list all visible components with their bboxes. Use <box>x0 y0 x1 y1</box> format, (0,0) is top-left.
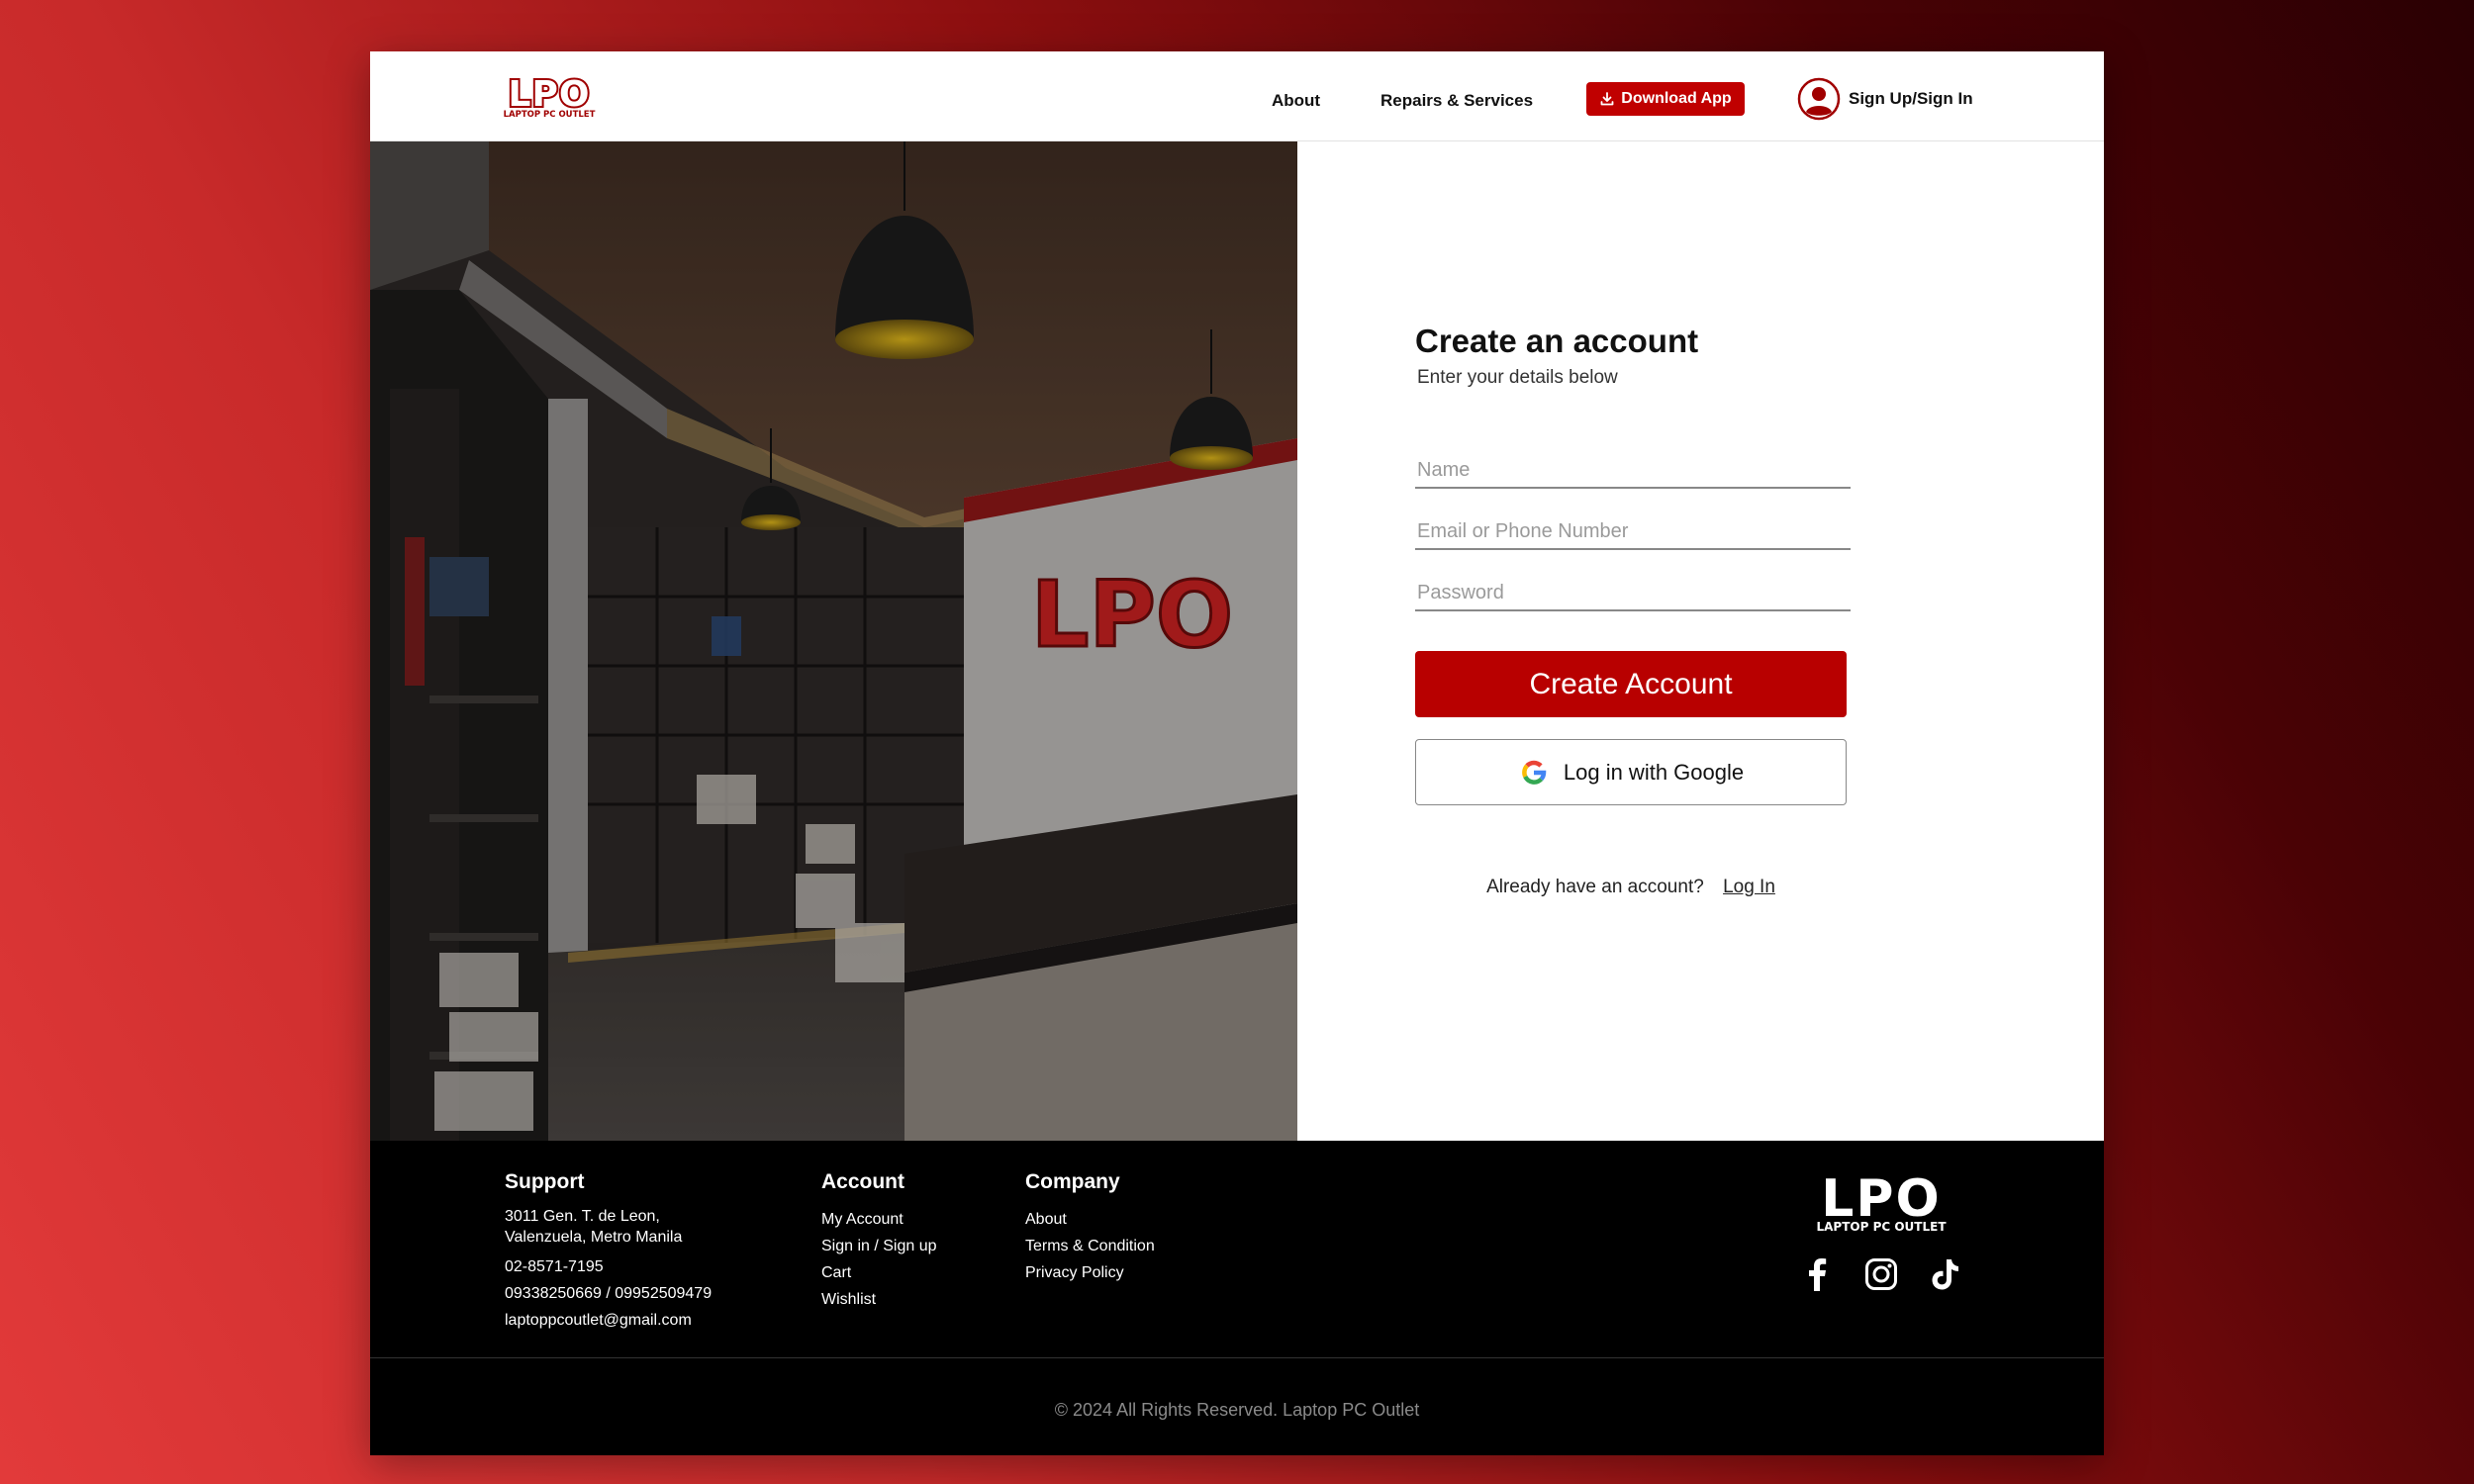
footer-support-heading: Support <box>505 1170 585 1193</box>
site-header: LPO LAPTOP PC OUTLET About Repairs & Ser… <box>370 51 2104 141</box>
footer-link-about[interactable]: About <box>1025 1206 1155 1233</box>
store-hero-image: LPO <box>370 141 1297 1141</box>
footer-logo: LPO LAPTOP PC OUTLET <box>1816 1172 1947 1234</box>
google-login-button[interactable]: Log in with Google <box>1415 739 1847 805</box>
google-login-label: Log in with Google <box>1563 759 1745 785</box>
footer-address-line1: 3011 Gen. T. de Leon, <box>505 1208 660 1225</box>
site-footer: Support 3011 Gen. T. de Leon, Valenzuela… <box>370 1141 2104 1455</box>
login-link[interactable]: Log In <box>1723 877 1775 897</box>
footer-phone: 02-8571-7195 <box>505 1258 604 1275</box>
sign-in-label: Sign Up/Sign In <box>1849 89 1973 108</box>
footer-link-wishlist[interactable]: Wishlist <box>821 1286 937 1313</box>
footer-account-heading: Account <box>821 1170 904 1193</box>
signup-form-panel: Create an account Enter your details bel… <box>1297 141 2104 1141</box>
nav-about[interactable]: About <box>1272 91 1320 111</box>
brand-logo[interactable]: LPO LAPTOP PC OUTLET <box>493 75 606 119</box>
user-icon <box>1797 77 1841 121</box>
footer-address-line2: Valenzuela, Metro Manila <box>505 1229 683 1246</box>
login-prompt: Already have an account? Log In <box>1415 877 1847 898</box>
already-have-account-text: Already have an account? <box>1486 877 1704 897</box>
footer-logo-subtext: LAPTOP PC OUTLET <box>1816 1220 1947 1234</box>
footer-address: 3011 Gen. T. de Leon, Valenzuela, Metro … <box>505 1206 712 1248</box>
google-icon <box>1521 760 1547 785</box>
email-phone-input[interactable] <box>1415 514 1851 550</box>
copyright-text: © 2024 All Rights Reserved. Laptop PC Ou… <box>1054 1400 1420 1420</box>
footer-link-terms[interactable]: Terms & Condition <box>1025 1233 1155 1259</box>
page-frame: LPO LAPTOP PC OUTLET About Repairs & Ser… <box>370 51 2104 1455</box>
footer-account: Account My Account Sign in / Sign up Car… <box>821 1170 937 1313</box>
footer-company-heading: Company <box>1025 1170 1120 1193</box>
download-app-button[interactable]: Download App <box>1586 82 1745 116</box>
sign-in-link[interactable]: Sign Up/Sign In <box>1797 77 1973 121</box>
password-input[interactable] <box>1415 576 1851 611</box>
footer-link-my-account[interactable]: My Account <box>821 1206 937 1233</box>
name-input[interactable] <box>1415 453 1851 489</box>
download-icon <box>1600 92 1614 106</box>
footer-link-privacy[interactable]: Privacy Policy <box>1025 1259 1155 1286</box>
footer-divider <box>370 1357 2104 1358</box>
form-subtitle: Enter your details below <box>1417 367 1618 388</box>
footer-mobile: 09338250669 / 09952509479 <box>505 1285 713 1302</box>
footer-email[interactable]: laptoppcoutlet@gmail.com <box>505 1307 712 1334</box>
footer-link-sign-in[interactable]: Sign in / Sign up <box>821 1233 937 1259</box>
logo-text: LPO <box>509 75 591 115</box>
instagram-icon[interactable] <box>1862 1255 1900 1293</box>
nav-repairs-services[interactable]: Repairs & Services <box>1380 91 1533 111</box>
footer-link-cart[interactable]: Cart <box>821 1259 937 1286</box>
footer-company: Company About Terms & Condition Privacy … <box>1025 1170 1155 1286</box>
download-app-label: Download App <box>1621 90 1732 107</box>
logo-subtext: LAPTOP PC OUTLET <box>504 110 596 119</box>
tiktok-icon[interactable] <box>1926 1255 1963 1293</box>
footer-support: Support 3011 Gen. T. de Leon, Valenzuela… <box>505 1170 712 1334</box>
create-account-button[interactable]: Create Account <box>1415 651 1847 717</box>
facebook-icon[interactable] <box>1798 1255 1836 1293</box>
form-title: Create an account <box>1415 323 1699 359</box>
store-interior-illustration: LPO <box>370 141 1297 1141</box>
